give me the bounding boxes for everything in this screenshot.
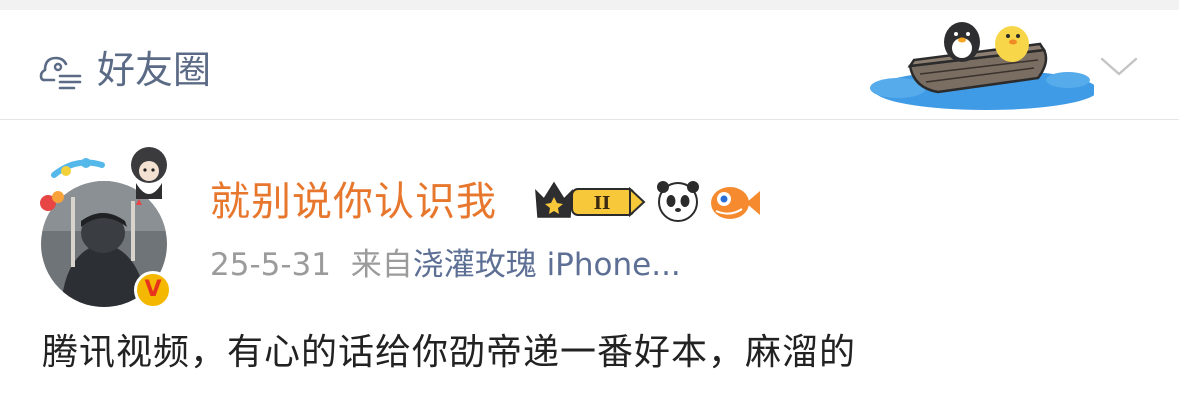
crown-level-text: II — [594, 193, 611, 214]
crown-level-badge: II — [535, 181, 646, 218]
post-meta: 25-5-31 来自浇灌玫瑰 iPhone... — [210, 245, 681, 285]
verified-mark: V — [144, 277, 162, 302]
avatar-pendant-figure — [131, 147, 167, 199]
panda-badge — [657, 181, 699, 222]
verified-badge: V — [134, 271, 172, 309]
post-date: 25-5-31 — [210, 247, 331, 283]
feed-post: V 就别说你认识我 II 25-5-31 来自浇灌玫瑰 iPhone... 腾讯… — [0, 121, 1179, 401]
post-source-link[interactable]: 浇灌玫瑰 iPhone... — [413, 247, 681, 283]
avatar-with-pendant[interactable]: V — [36, 143, 176, 309]
username[interactable]: 就别说你认识我 — [210, 177, 497, 227]
friends-circle-icon — [39, 56, 82, 90]
source-prefix: 来自 — [350, 247, 413, 283]
feed-header: 好友圈 — [0, 10, 1179, 120]
header-title[interactable]: 好友圈 — [97, 46, 211, 94]
fish-badge — [711, 187, 760, 219]
user-badges[interactable]: II — [532, 177, 762, 223]
boat-illustration — [870, 22, 1094, 110]
top-strip — [0, 0, 1179, 10]
chevron-down-icon[interactable] — [1098, 54, 1140, 78]
post-text[interactable]: 腾讯视频，有心的话给你劭帝递一番好本，麻溜的 — [42, 329, 856, 377]
